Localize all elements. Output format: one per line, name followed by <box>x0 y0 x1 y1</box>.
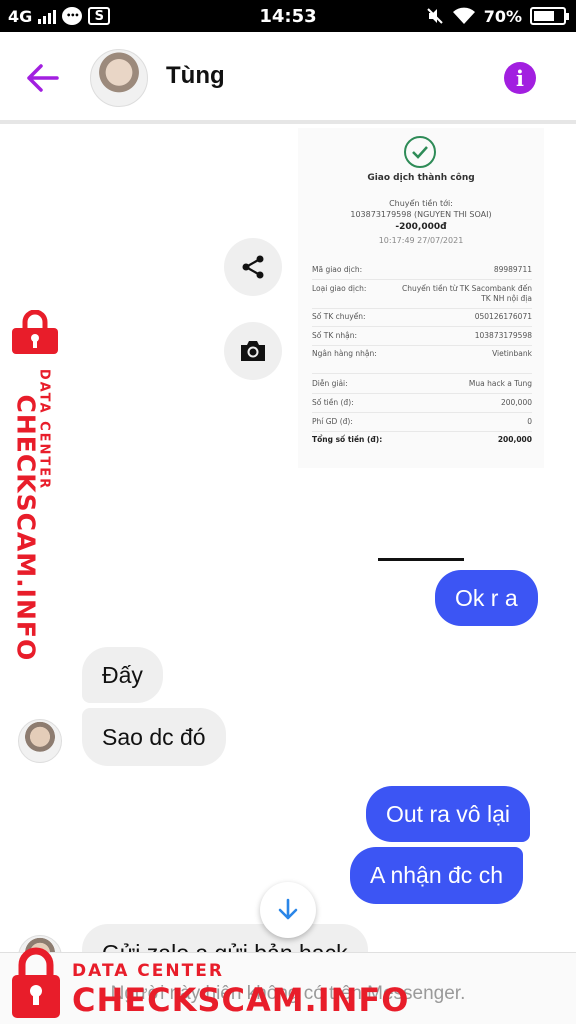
watermark-line2: CHECKSCAM.INFO <box>72 981 410 1019</box>
receipt-row-value: 103873179598 <box>474 331 532 340</box>
watermark-side: DATA CENTER CHECKSCAM.INFO <box>4 310 66 661</box>
receipt-datetime: 10:17:49 27/07/2021 <box>378 236 464 245</box>
receipt-row-value: 050126176071 <box>474 312 532 321</box>
arrow-left-icon <box>27 64 59 92</box>
receipt-title: Giao dịch thành công <box>367 173 475 183</box>
receipt-row-label: Số tiền (đ): <box>312 398 354 407</box>
message-bubble-incoming[interactable]: Đấy <box>82 647 163 703</box>
battery-percent: 70% <box>483 6 522 26</box>
divider <box>312 412 532 413</box>
lock-icon <box>12 310 58 354</box>
receipt-row-label: Số TK chuyển: <box>312 312 366 321</box>
receipt-row-value: 200,000 <box>497 435 532 444</box>
signal-icon <box>38 8 57 24</box>
receipt-amount: -200,000đ <box>395 222 447 232</box>
share-icon <box>242 255 264 279</box>
network-label: 4G <box>8 6 33 26</box>
back-button[interactable] <box>22 58 62 98</box>
receipt-row-value: Chuyển tiền từ TK Sacombank đến TK NH nộ… <box>402 284 533 303</box>
divider <box>312 308 532 309</box>
divider <box>312 279 532 280</box>
receipt-row-label: Số TK nhận: <box>312 331 357 340</box>
status-bar: 4G S 14:53 70% <box>0 0 576 32</box>
check-icon <box>404 136 436 168</box>
divider <box>312 373 532 374</box>
divider <box>312 431 532 432</box>
chat-header: Tùng i <box>0 32 576 124</box>
info-icon: i <box>516 65 524 91</box>
receipt-row-value: Vietinbank <box>492 349 532 358</box>
mute-icon <box>426 8 443 24</box>
status-left: 4G S <box>8 0 111 32</box>
chat-notification-icon <box>62 7 83 25</box>
receipt-recipient: 103873179598 (NGUYEN THI SOAI) <box>350 210 492 219</box>
lock-icon <box>12 947 60 1018</box>
divider <box>312 345 532 346</box>
arrow-down-icon <box>278 898 298 920</box>
receipt-row-value: 89989711 <box>493 265 532 274</box>
contact-name[interactable]: Tùng <box>166 62 225 90</box>
contact-avatar[interactable] <box>90 49 148 107</box>
scroll-to-bottom-button[interactable] <box>260 882 316 938</box>
message-bubble-incoming[interactable]: Sao dc đó <box>82 708 226 766</box>
message-bubble-outgoing[interactable]: A nhận đc ch <box>350 847 523 904</box>
receipt-transfer-label: Chuyển tiền tới: <box>389 199 453 208</box>
sim-icon: S <box>88 7 111 25</box>
wifi-icon <box>452 7 475 24</box>
camera-icon <box>241 341 265 361</box>
receipt-row-value: 0 <box>527 417 532 426</box>
receipt-row-label: Diễn giải: <box>312 379 348 388</box>
receipt-row-label: Ngân hàng nhận: <box>312 349 377 358</box>
receipt-row-label: Loại giao dịch: <box>312 284 367 293</box>
divider <box>312 326 532 327</box>
watermark-line2: CHECKSCAM.INFO <box>11 394 41 662</box>
watermark-line1: DATA CENTER <box>72 961 224 981</box>
share-button[interactable] <box>224 238 282 296</box>
receipt-row-label: Mã giao dịch: <box>312 265 363 274</box>
receipt-row-label: Phí GD (đ): <box>312 417 353 426</box>
battery-icon <box>530 7 569 25</box>
message-bubble-outgoing[interactable]: Ok r a <box>435 570 538 626</box>
receipt-row-value: 200,000 <box>500 398 532 407</box>
info-button[interactable]: i <box>504 62 536 94</box>
receipt-image[interactable]: Giao dịch thành công Chuyển tiền tới: 10… <box>298 128 544 468</box>
image-bottom-bar <box>378 558 464 561</box>
message-bubble-outgoing[interactable]: Out ra vô lại <box>366 786 530 842</box>
receipt-row-value: Mua hack a Tung <box>468 379 532 388</box>
status-right: 70% <box>426 0 569 32</box>
save-image-button[interactable] <box>224 322 282 380</box>
divider <box>312 393 532 394</box>
receipt-row-label: Tổng số tiền (đ): <box>312 435 383 444</box>
watermark-bottom: DATA CENTER CHECKSCAM.INFO <box>0 945 408 1024</box>
contact-avatar-small[interactable] <box>18 719 62 763</box>
